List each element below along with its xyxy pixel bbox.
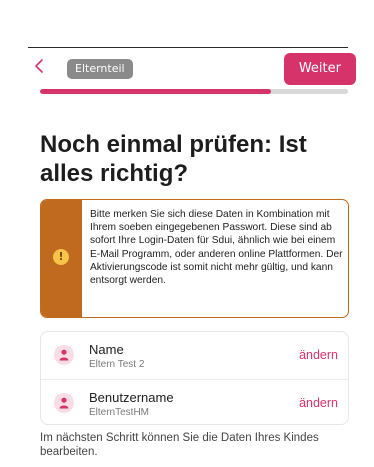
details-card: Name Eltern Test 2 ändern Benutzername E… (40, 331, 349, 425)
progress-bar (40, 89, 348, 94)
notice-text: Bitte merken Sie sich diese Daten in Kom… (90, 209, 343, 287)
back-chevron-icon[interactable] (34, 58, 48, 78)
page-title: Noch einmal prüfen: Ist alles richtig? (40, 131, 307, 187)
detail-value: Eltern Test 2 (89, 359, 145, 370)
detail-row-username: Benutzername ElternTestHM ändern (41, 380, 348, 426)
breadcrumb[interactable]: Elternteil (67, 59, 133, 79)
warning-notice: ! Bitte merken Sie sich diese Daten in K… (40, 199, 349, 318)
next-button[interactable]: Weiter (283, 53, 356, 85)
detail-label: Name (89, 342, 124, 357)
detail-label: Benutzername (89, 390, 174, 405)
footer-hint: Im nächsten Schritt können Sie die Daten… (40, 432, 319, 458)
user-icon (54, 393, 74, 413)
edit-username-link[interactable]: ändern (299, 396, 338, 411)
detail-value: ElternTestHM (89, 407, 150, 418)
exclamation-icon: ! (53, 249, 69, 265)
progress-fill (40, 89, 271, 94)
top-divider (28, 47, 348, 48)
detail-row-name: Name Eltern Test 2 ändern (41, 332, 348, 378)
user-icon (54, 345, 74, 365)
header-bar: Elternteil Weiter (28, 52, 356, 88)
edit-name-link[interactable]: ändern (299, 348, 338, 363)
